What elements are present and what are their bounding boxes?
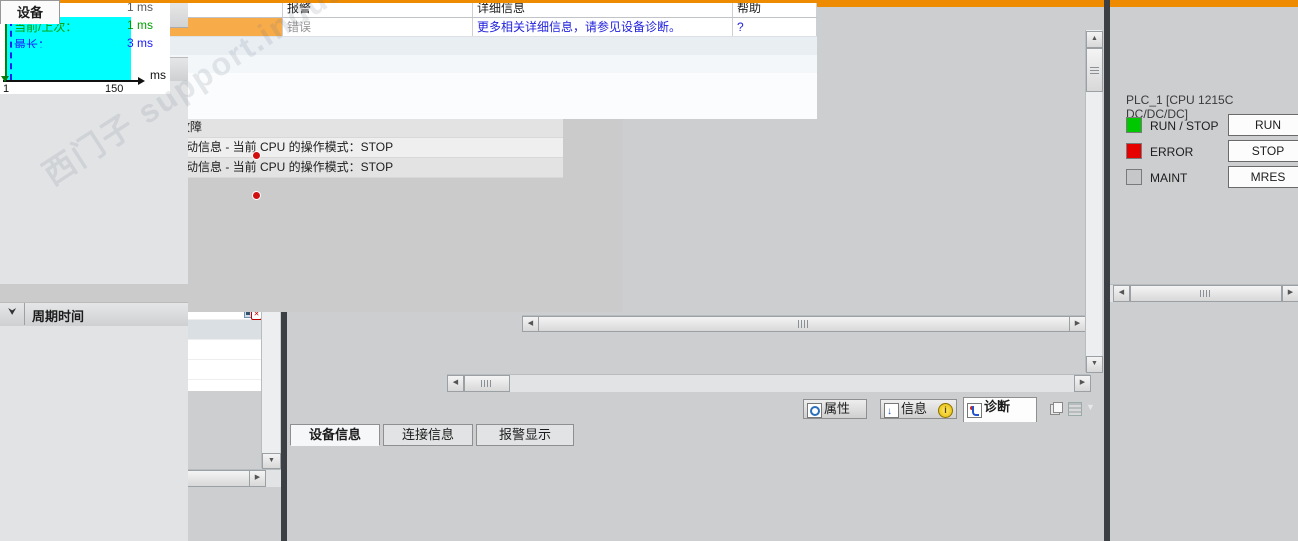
options-scroll-left-icon[interactable]: ◀ xyxy=(1113,285,1130,302)
options-hscroll-thumb[interactable] xyxy=(1130,285,1282,302)
info-icon xyxy=(884,403,899,421)
embed-view-icon[interactable] xyxy=(1068,402,1082,416)
inspector-orange-line xyxy=(0,0,817,3)
tab-info[interactable]: 信息 i xyxy=(880,399,957,421)
maint-led xyxy=(1126,169,1142,185)
current-cycle-marker xyxy=(1,76,9,82)
subtab-alarm-display[interactable]: 报警显示 xyxy=(476,424,574,446)
tree-scroll-down-icon[interactable]: ▼ xyxy=(262,453,281,469)
content-hscrollbar[interactable] xyxy=(447,374,1090,392)
content-scroll-right-icon[interactable]: ▶ xyxy=(1074,375,1091,392)
maint-led-label: MAINT xyxy=(1150,171,1188,185)
error-led xyxy=(1126,143,1142,159)
help-link[interactable]: ? xyxy=(733,18,817,36)
content-scroll-down-icon[interactable]: ▼ xyxy=(1086,356,1103,373)
stat-value: 3 ms xyxy=(127,36,154,48)
event-text: 新的启动信息 - 当前 CPU 的操作模式：STOP xyxy=(150,140,394,154)
content-scroll-left-icon[interactable]: ◀ xyxy=(447,375,464,392)
stat-value: 1 ms xyxy=(127,18,154,32)
x-axis xyxy=(3,80,138,82)
subtab-connection-info[interactable]: 连接信息 xyxy=(383,424,473,446)
x-tick-min: 1 xyxy=(3,83,10,95)
cycle-time-header[interactable]: ⮟ 周期时间 xyxy=(0,302,188,327)
cycle-time-title: 周期时间 xyxy=(32,309,85,324)
content-hscroll-thumb[interactable] xyxy=(464,375,510,392)
panel-separator[interactable] xyxy=(1104,0,1110,541)
x-axis-unit: ms xyxy=(150,68,166,82)
details-link[interactable]: 更多相关详细信息，请参见设备诊断。 xyxy=(473,18,733,36)
chevron-down-icon[interactable]: ⮟ xyxy=(8,307,17,318)
tia-portal-window: 设备 ◀ ▶ 程序信息▶设备代理数据文本列表▼本地模块PLC_1 [CPU 12… xyxy=(0,0,1298,541)
x-tick-max: 150 xyxy=(105,83,124,95)
event-text: IO 站故障 xyxy=(150,118,560,137)
event-text: 新的启动信息 - 当前 CPU 的操作模式：STOP xyxy=(150,160,394,174)
cpu-panel-body xyxy=(0,81,188,284)
tab-info-label: 信息 xyxy=(901,401,928,416)
cycle-panel-body xyxy=(0,326,188,541)
diagnostics-icon xyxy=(967,403,982,418)
float-view-icon[interactable] xyxy=(1050,402,1063,415)
tab-properties[interactable]: 属性 xyxy=(803,399,867,419)
run-stop-led-label: RUN / STOP xyxy=(1150,119,1219,133)
options-scroll-right-icon[interactable]: ▶ xyxy=(1282,285,1298,302)
info-badge-icon: i xyxy=(938,403,953,418)
mres-button[interactable]: MRES xyxy=(1228,166,1298,188)
alarm-cell: 错误 xyxy=(283,18,473,36)
stat-longest: 最长： 3 ms xyxy=(0,36,185,48)
content-vscroll-thumb[interactable] xyxy=(1086,48,1103,92)
content-scroll-up-icon[interactable]: ▲ xyxy=(1086,31,1103,48)
properties-icon xyxy=(807,403,822,418)
divider xyxy=(24,303,25,325)
events-hscroll-thumb[interactable] xyxy=(538,316,1070,332)
x-axis-arrow xyxy=(138,77,145,85)
events-scroll-left-icon[interactable]: ◀ xyxy=(522,316,539,332)
tab-diagnostics-label: 诊断 xyxy=(984,399,1011,414)
run-stop-led xyxy=(1126,117,1142,133)
stat-label: 最长： xyxy=(14,38,51,48)
collapse-pane-icon[interactable]: ▼ xyxy=(1086,402,1098,414)
run-button[interactable]: RUN xyxy=(1228,114,1298,136)
tab-diagnostics[interactable]: 诊断 xyxy=(963,397,1037,422)
tab-devices[interactable]: 设备 xyxy=(0,0,60,24)
events-scroll-right-icon[interactable]: ▶ xyxy=(1069,316,1086,332)
tree-scroll-right-icon[interactable]: ▶ xyxy=(249,470,266,487)
subtab-device-info[interactable]: 设备信息 xyxy=(290,424,380,446)
tab-properties-label: 属性 xyxy=(824,401,851,416)
stop-button[interactable]: STOP xyxy=(1228,140,1298,162)
error-led-label: ERROR xyxy=(1150,145,1194,159)
